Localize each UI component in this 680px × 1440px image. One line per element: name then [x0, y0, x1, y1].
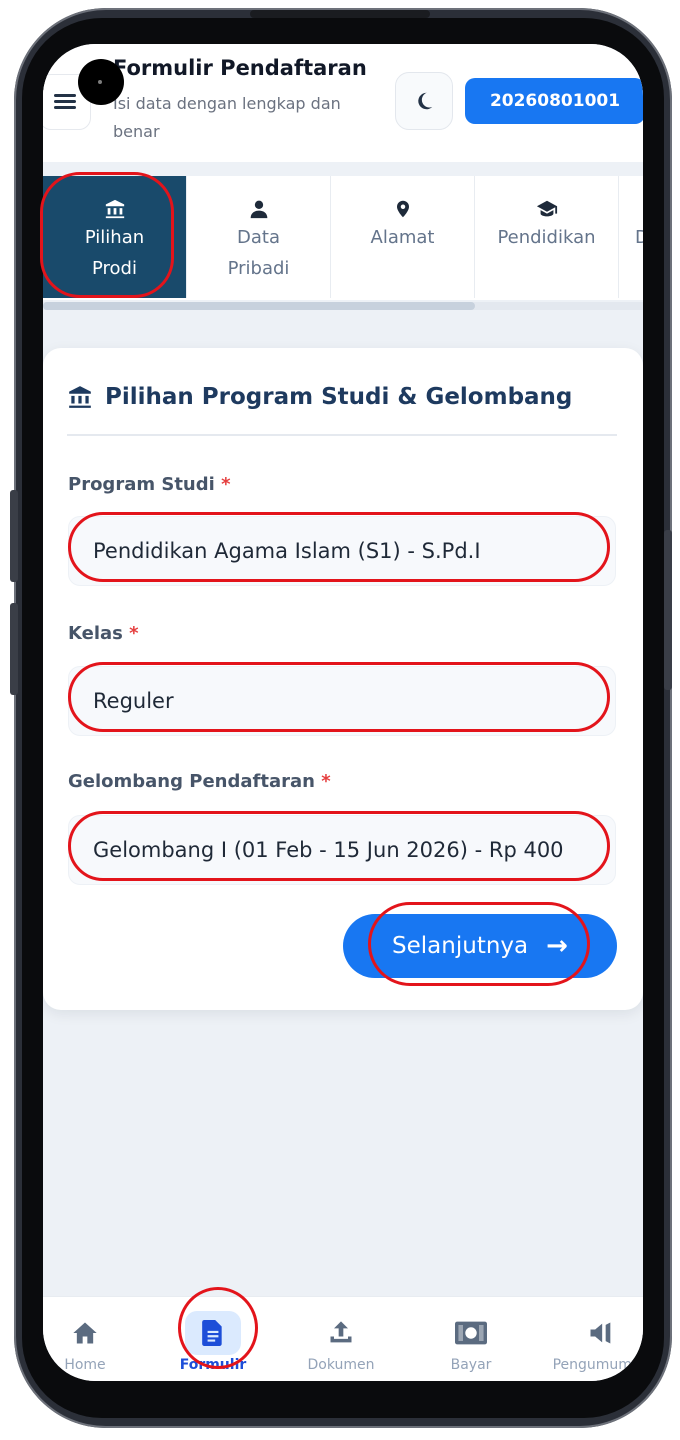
step-tabs: Pilihan Prodi Data Pribadi Alamat Pendid…: [43, 176, 643, 300]
next-button-label: Selanjutnya: [392, 933, 529, 959]
required-mark: *: [129, 623, 139, 644]
upload-icon: [313, 1311, 369, 1355]
program-studi-select[interactable]: Pendidikan Agama Islam (S1) - S.Pd.I: [68, 516, 616, 586]
hamburger-icon: [54, 94, 76, 110]
moon-icon: [418, 92, 433, 110]
app-screen: Formulir Pendaftaran Isi data dengan len…: [43, 44, 643, 1381]
card-title-text: Pilihan Program Studi & Gelombang: [105, 384, 573, 410]
divider: [67, 434, 617, 436]
nav-home[interactable]: Home: [43, 1297, 145, 1381]
page-subtitle: Isi data dengan lengkap dan benar: [113, 94, 341, 141]
required-mark: *: [221, 474, 231, 495]
arrow-right-icon: →: [546, 931, 568, 961]
front-camera: [78, 59, 124, 105]
nav-bayar[interactable]: Bayar: [411, 1297, 531, 1381]
university-icon: [69, 386, 91, 408]
graduation-cap-icon: [535, 196, 559, 222]
required-mark: *: [321, 771, 331, 792]
gelombang-select[interactable]: Gelombang I (01 Feb - 15 Jun 2026) - Rp …: [68, 815, 616, 885]
tab-next-partial[interactable]: D: [619, 176, 643, 298]
tab-scrollbar[interactable]: [43, 302, 475, 310]
registration-id-badge: 20260801001: [465, 78, 643, 124]
tab-label-line2: Pribadi: [227, 258, 290, 279]
card-title: Pilihan Program Studi & Gelombang: [67, 384, 572, 410]
tab-label-line1: Data: [237, 227, 280, 248]
nav-pengumuman[interactable]: Pengumuman: [541, 1297, 643, 1381]
volume-up-button: [10, 490, 18, 582]
bottom-navigation: Home Formulir Dokumen Bayar Pengumuman: [43, 1296, 643, 1381]
page-title: Formulir Pendaftaran: [113, 56, 367, 80]
kelas-select[interactable]: Reguler: [68, 666, 616, 736]
user-icon: [249, 196, 269, 222]
app-header: Formulir Pendaftaran Isi data dengan len…: [43, 44, 643, 162]
megaphone-icon: [573, 1311, 629, 1355]
tab-label-line1: D: [635, 227, 643, 248]
program-studi-label: Program Studi *: [68, 474, 231, 495]
tab-pilihan-prodi[interactable]: Pilihan Prodi: [43, 176, 187, 298]
tab-label-line1: Pilihan: [84, 227, 145, 248]
tab-label-line1: Alamat: [370, 227, 435, 248]
program-selection-card: Pilihan Program Studi & Gelombang Progra…: [43, 348, 643, 1010]
next-button[interactable]: Selanjutnya →: [343, 914, 617, 978]
power-button: [664, 530, 672, 690]
gelombang-label: Gelombang Pendaftaran *: [68, 771, 331, 792]
top-speaker: [250, 10, 430, 18]
volume-down-button: [10, 603, 18, 695]
tab-alamat[interactable]: Alamat: [331, 176, 475, 298]
theme-toggle-button[interactable]: [395, 72, 453, 130]
nav-formulir[interactable]: Formulir: [153, 1297, 273, 1381]
tab-label-line1: Pendidikan: [497, 227, 596, 248]
money-icon: [443, 1311, 499, 1355]
tab-pendidikan[interactable]: Pendidikan: [475, 176, 619, 298]
document-icon: [185, 1311, 241, 1355]
map-pin-icon: [394, 196, 412, 222]
nav-dokumen[interactable]: Dokumen: [281, 1297, 401, 1381]
home-icon: [57, 1311, 113, 1355]
tab-label-line2: Prodi: [92, 258, 137, 279]
kelas-label: Kelas *: [68, 623, 139, 644]
university-icon: [104, 196, 126, 222]
tab-data-pribadi[interactable]: Data Pribadi: [187, 176, 331, 298]
